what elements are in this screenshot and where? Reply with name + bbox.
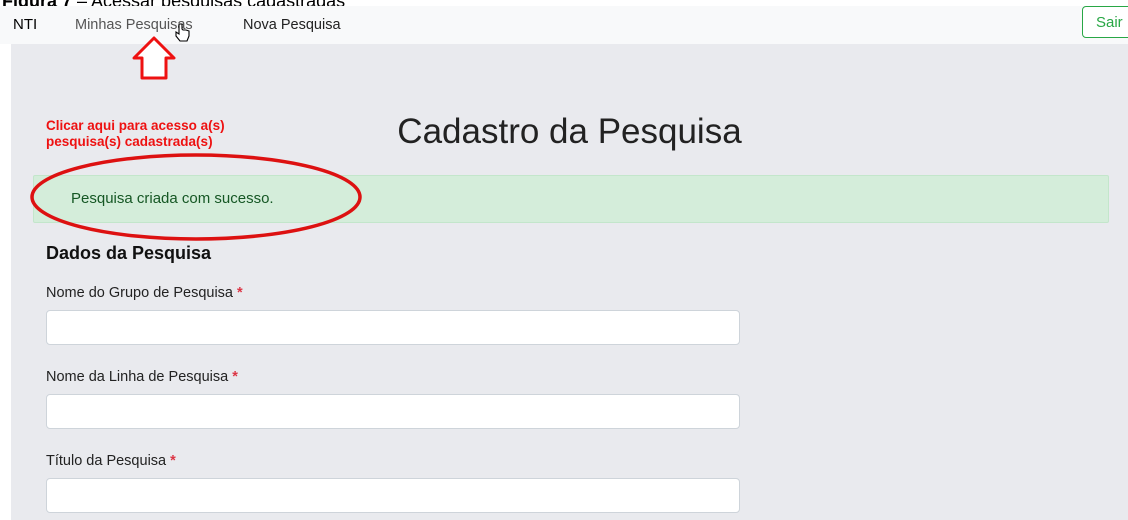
navbar: NTI Minhas Pesquisas Nova Pesquisa Sair [0, 6, 1128, 44]
field-label-titulo-text: Título da Pesquisa [46, 453, 167, 469]
titulo-pesquisa-input[interactable] [46, 478, 740, 513]
field-label-grupo: Nome do Grupo de Pesquisa * [46, 285, 243, 301]
field-label-linha-text: Nome da Linha de Pesquisa [46, 369, 229, 385]
main-content: Clicar aqui para acesso a(s) pesquisa(s)… [11, 44, 1128, 520]
field-label-titulo: Título da Pesquisa * [46, 453, 176, 469]
logout-button[interactable]: Sair [1082, 6, 1128, 38]
required-marker: * [237, 285, 243, 301]
success-alert: Pesquisa criada com sucesso. [33, 175, 1109, 223]
navbar-brand[interactable]: NTI [13, 16, 37, 33]
field-label-linha: Nome da Linha de Pesquisa * [46, 369, 238, 385]
section-title: Dados da Pesquisa [46, 243, 212, 263]
page-title: Cadastro da Pesquisa [397, 112, 742, 151]
field-label-grupo-text: Nome do Grupo de Pesquisa [46, 285, 233, 301]
required-marker: * [170, 453, 176, 469]
required-marker: * [232, 369, 238, 385]
success-alert-message: Pesquisa criada com sucesso. [71, 190, 274, 207]
linha-pesquisa-input[interactable] [46, 394, 740, 429]
nav-link-minhas-pesquisas[interactable]: Minhas Pesquisas [75, 17, 193, 33]
nav-link-nova-pesquisa[interactable]: Nova Pesquisa [243, 17, 341, 33]
grupo-pesquisa-input[interactable] [46, 310, 740, 345]
